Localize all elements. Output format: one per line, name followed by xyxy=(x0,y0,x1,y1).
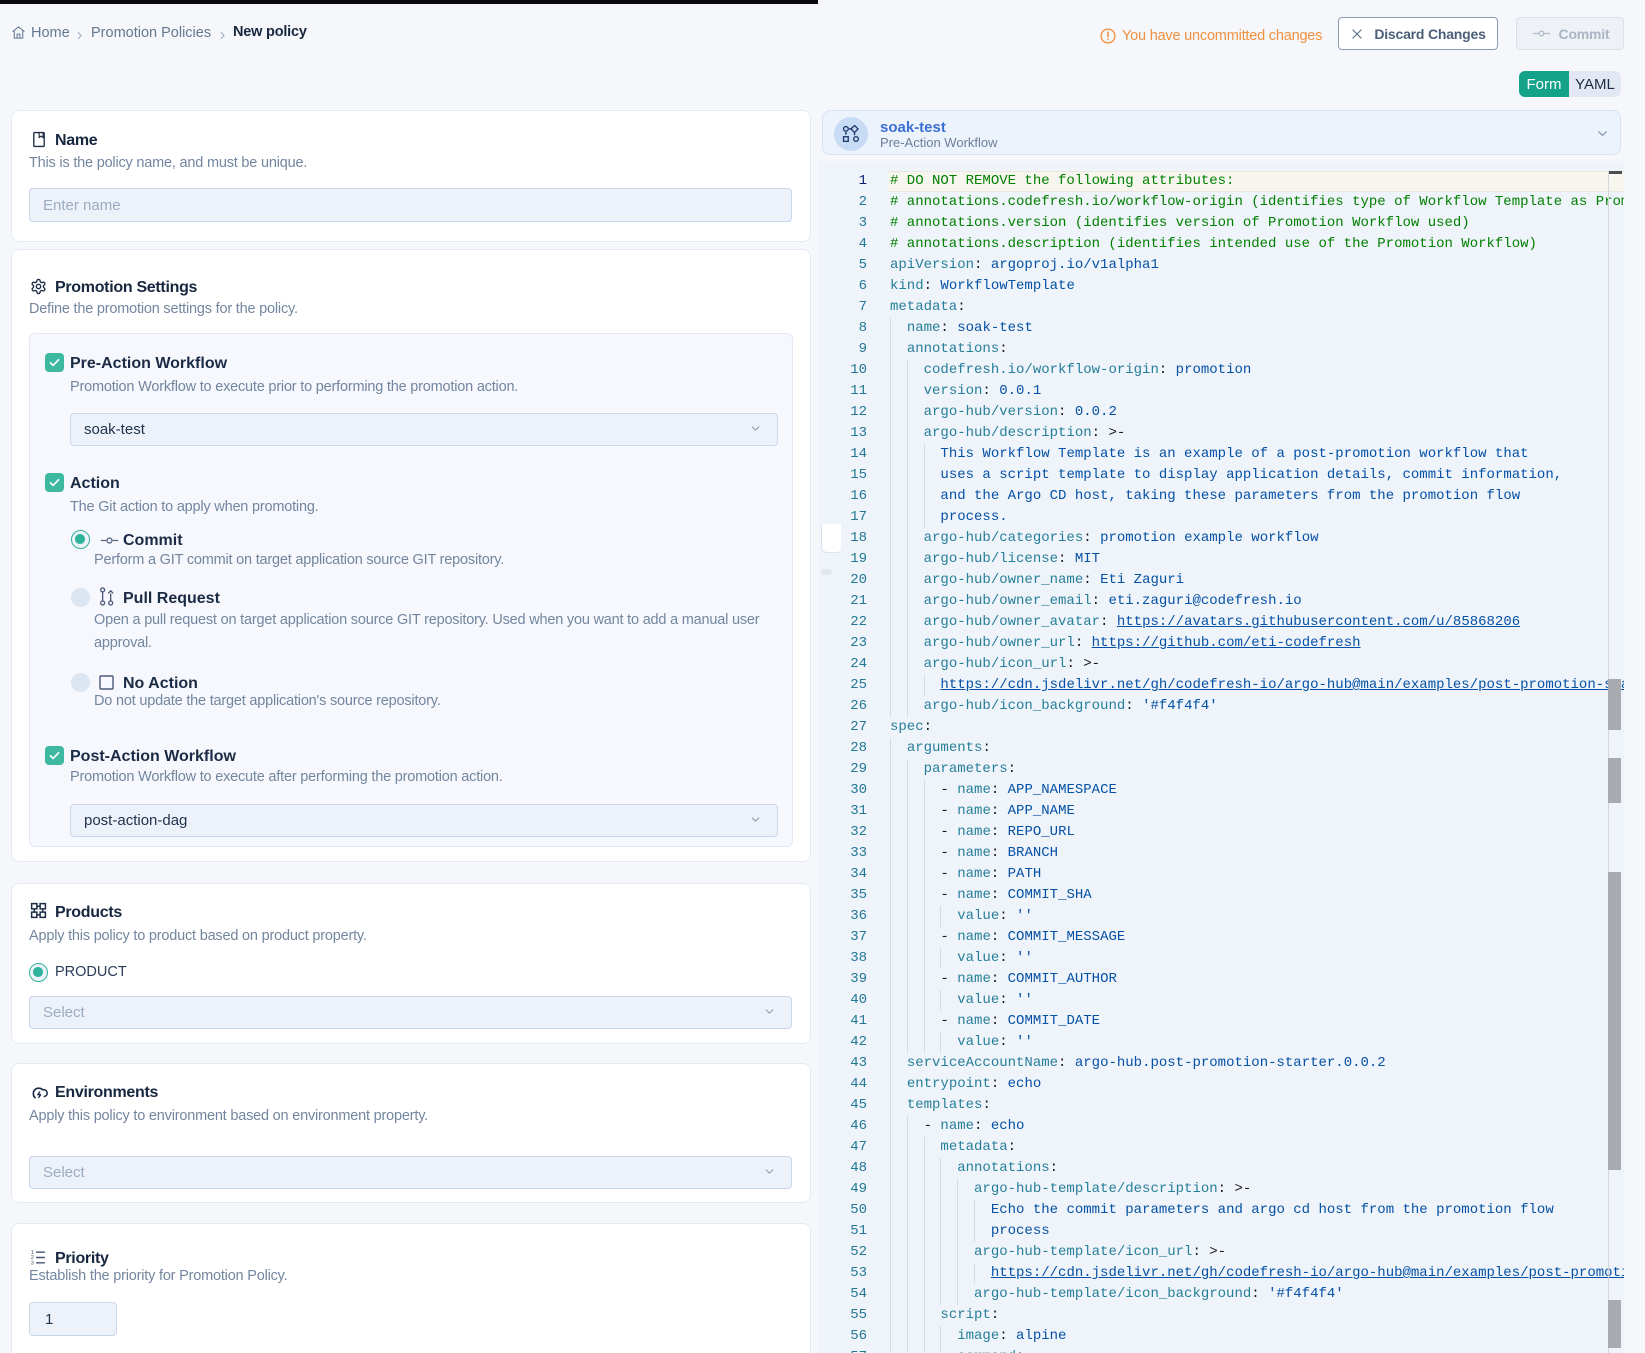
svg-text:3: 3 xyxy=(31,1261,34,1266)
